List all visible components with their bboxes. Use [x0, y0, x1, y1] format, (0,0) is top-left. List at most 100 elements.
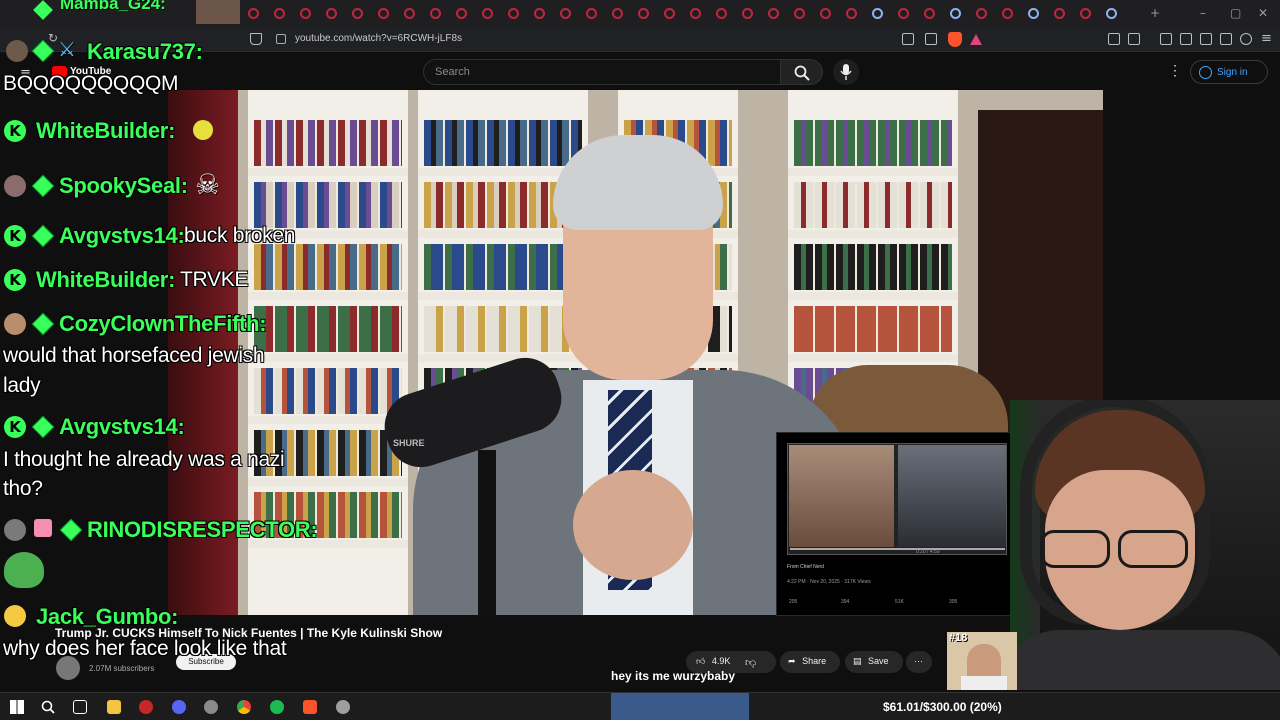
dislike-icon[interactable]: 👎︎ — [745, 656, 756, 669]
browser-tab-favicon-icon[interactable] — [1080, 8, 1091, 19]
chat-avatar — [4, 313, 26, 335]
steam-icon[interactable] — [204, 700, 218, 714]
book-row — [424, 244, 582, 290]
save-button[interactable]: ▤ Save — [845, 651, 903, 673]
chat-username: Avgvstvs14: — [59, 414, 185, 439]
file-explorer-icon[interactable] — [107, 700, 121, 714]
tweet-card[interactable]: 0:20 / 4:59 From Chief Nerd 4:22 PM · No… — [776, 432, 1016, 616]
menu-icon[interactable]: ≡ — [1261, 31, 1272, 46]
browser-tab-favicon-icon[interactable] — [274, 8, 285, 19]
browser-tab-favicon-icon[interactable] — [950, 8, 961, 19]
browser-tab-favicon-icon[interactable] — [768, 8, 779, 19]
browser-tab-favicon-icon[interactable] — [976, 8, 987, 19]
browser-tab-favicon-icon[interactable] — [326, 8, 337, 19]
browser-tab-favicon-icon[interactable] — [716, 8, 727, 19]
browser-tab-favicon-icon[interactable] — [534, 8, 545, 19]
browser-tab-favicon-icon[interactable] — [560, 8, 571, 19]
sidebar-icon[interactable] — [1180, 33, 1192, 45]
browser-tab-favicon-icon[interactable] — [378, 8, 389, 19]
mic-brand: SHURE — [393, 438, 425, 448]
site-info-icon[interactable] — [276, 34, 286, 44]
subscriber-count: 2.07M subscribers — [89, 664, 155, 673]
glasses-right — [1118, 530, 1188, 568]
browser-tab-favicon-icon[interactable] — [638, 8, 649, 19]
shelf-board — [788, 230, 958, 238]
maximize-icon[interactable]: ▢ — [1230, 6, 1241, 20]
wallet-icon[interactable] — [1200, 33, 1212, 45]
task-view-icon[interactable] — [73, 700, 87, 714]
search-button[interactable] — [781, 59, 823, 85]
tweet-video-left — [789, 445, 894, 547]
browser-tab-favicon-icon[interactable] — [1054, 8, 1065, 19]
tweet-reposts[interactable]: 394 — [841, 599, 849, 605]
share-button[interactable]: ➦ Share — [780, 651, 840, 673]
browser-tab-favicon-icon[interactable] — [898, 8, 909, 19]
download-icon[interactable] — [1220, 33, 1232, 45]
browser-tab-favicon-icon[interactable] — [1028, 8, 1039, 19]
browser-tab-favicon-icon[interactable] — [300, 8, 311, 19]
chat-message-continued: lady — [3, 374, 41, 397]
minimize-icon[interactable]: – — [1200, 6, 1206, 20]
settings-kebab-icon[interactable]: ⋮ — [1168, 62, 1182, 79]
browser-tab-favicon-icon[interactable] — [612, 8, 623, 19]
browser-tab-favicon-icon[interactable] — [742, 8, 753, 19]
close-icon[interactable]: ✕ — [1258, 6, 1268, 20]
share-label: Share — [802, 656, 827, 666]
browser-tab-favicon-icon[interactable] — [924, 8, 935, 19]
tweet-bookmarks[interactable]: 305 — [949, 599, 957, 605]
vpn-icon[interactable] — [1240, 33, 1252, 45]
new-tab-icon[interactable]: + — [1150, 6, 1160, 20]
search-input[interactable]: Search — [423, 59, 781, 85]
share-page-icon[interactable] — [925, 33, 937, 45]
discord-icon[interactable] — [172, 700, 186, 714]
brave-shields-icon[interactable] — [948, 32, 962, 47]
tweet-likes[interactable]: 51K — [895, 599, 904, 605]
browser-tab-favicon-icon[interactable] — [508, 8, 519, 19]
browser-tab-favicon-icon[interactable] — [456, 8, 467, 19]
app-icon[interactable] — [336, 700, 350, 714]
rank-number: #18 — [949, 632, 968, 644]
cast-icon[interactable] — [902, 33, 914, 45]
chat-diamond-icon — [33, 226, 53, 246]
voice-search-button[interactable] — [833, 59, 859, 85]
chrome-icon[interactable] — [237, 700, 251, 714]
spotify-icon[interactable] — [270, 700, 284, 714]
extensions-icon[interactable] — [1108, 33, 1120, 45]
browser-tab-favicon-icon[interactable] — [820, 8, 831, 19]
rank-widget: #18 — [947, 632, 1017, 690]
shelf-board — [248, 354, 408, 362]
browser-tab-favicon-icon[interactable] — [872, 8, 883, 19]
tweet-replies[interactable]: 205 — [789, 599, 797, 605]
obs-icon[interactable] — [139, 700, 153, 714]
bookmark-icon[interactable] — [250, 33, 262, 45]
browser-tab-favicon-icon[interactable] — [664, 8, 675, 19]
browser-tab-favicon-icon[interactable] — [404, 8, 415, 19]
taskbar-active-window[interactable] — [611, 693, 749, 720]
sign-in-button[interactable]: Sign in — [1190, 60, 1268, 84]
screenshot-icon[interactable] — [1128, 33, 1140, 45]
more-actions-button[interactable]: ··· — [906, 651, 932, 673]
browser-tab-favicon-icon[interactable] — [482, 8, 493, 19]
browser-tab-favicon-icon[interactable] — [1002, 8, 1013, 19]
browser-tab-favicon-icon[interactable] — [430, 8, 441, 19]
windows-start-icon[interactable] — [10, 700, 24, 714]
brave-icon[interactable] — [303, 700, 317, 714]
browser-tab-favicon-icon[interactable] — [846, 8, 857, 19]
account-icon — [1199, 66, 1212, 79]
browser-tab-favicon-icon[interactable] — [248, 8, 259, 19]
tweet-video[interactable]: 0:20 / 4:59 — [787, 443, 1007, 555]
tweet-progress[interactable] — [790, 548, 1005, 550]
url-field[interactable]: youtube.com/watch?v=6RCWH-jLF8s — [295, 33, 462, 44]
browser-tab-favicon-icon[interactable] — [352, 8, 363, 19]
taskbar-search-icon[interactable] — [41, 700, 55, 714]
browser-tab-favicon-icon[interactable] — [586, 8, 597, 19]
save-label: Save — [868, 656, 889, 666]
media-icon[interactable] — [1160, 33, 1172, 45]
browser-tab-favicon-icon[interactable] — [690, 8, 701, 19]
sword-emote-icon: ⚔ — [58, 39, 76, 61]
browser-tab-favicon-icon[interactable] — [794, 8, 805, 19]
rewards-icon[interactable] — [970, 34, 982, 45]
reload-icon[interactable]: ↻ — [48, 31, 58, 45]
chat-username: Avgvstvs14: — [59, 223, 185, 248]
browser-tab-favicon-icon[interactable] — [1106, 8, 1117, 19]
